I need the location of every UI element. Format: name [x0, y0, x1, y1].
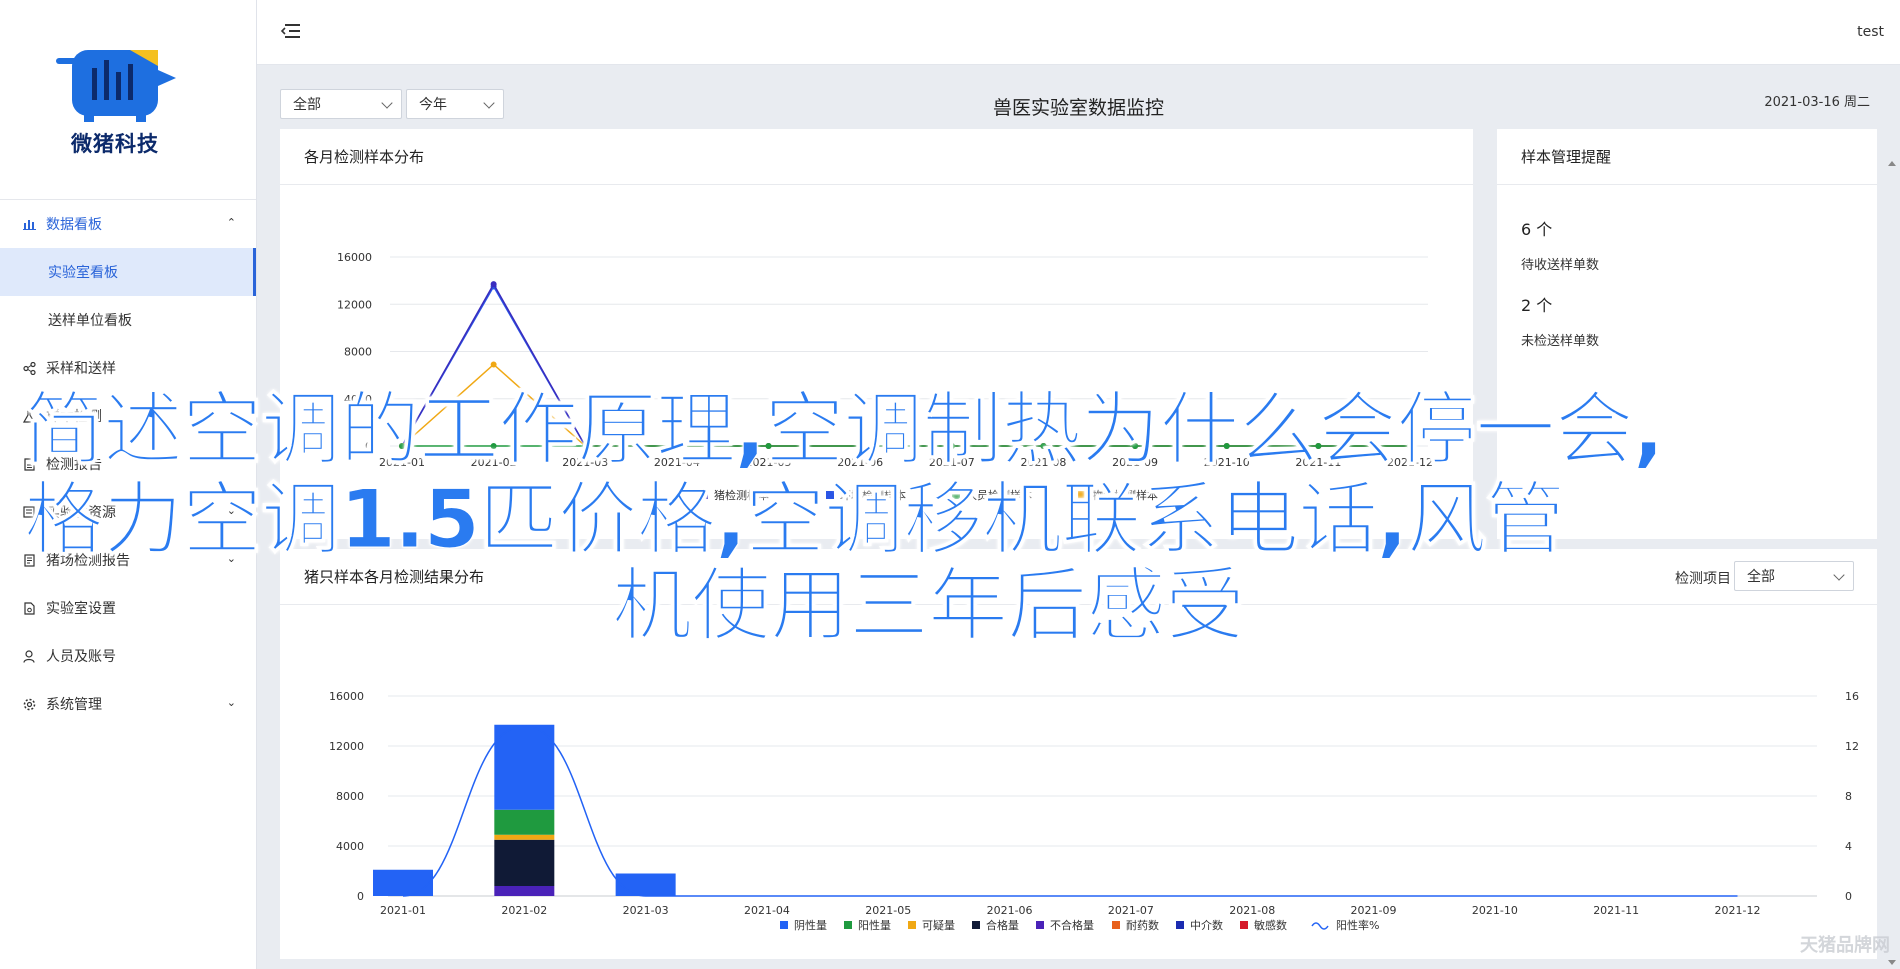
y2-tick-label: 4: [1845, 840, 1852, 853]
chevron-down-icon: ⌄: [226, 696, 236, 709]
legend-swatch: [1240, 921, 1248, 929]
scroll-down-icon[interactable]: [1888, 960, 1896, 965]
y-tick-label: 12000: [337, 298, 372, 311]
y-tick-label: 4000: [336, 840, 364, 853]
bar-segment: [494, 886, 555, 896]
sidebar-item-label: 送样单位看板: [48, 313, 132, 329]
pending-test-count[interactable]: 2 个: [1521, 292, 1552, 316]
period-select[interactable]: 今年: [406, 89, 504, 119]
x-tick-label: 2021-12: [1715, 904, 1761, 917]
brand-name: 微猪科技: [71, 132, 159, 156]
x-tick-label: 2021-08: [1229, 904, 1275, 917]
card-title: 各月检测样本分布: [280, 129, 1473, 185]
brand-logo-area: 微猪科技: [0, 0, 256, 200]
sidebar-item-label: 实验室看板: [48, 265, 118, 281]
pig-logo-icon: [56, 50, 176, 122]
bar-segment: [494, 839, 555, 886]
scope-select[interactable]: 全部: [280, 89, 402, 119]
overlay-headline-line3: 机使用三年后感受: [612, 559, 1246, 653]
pending-test-label: 未检送样单数: [1521, 334, 1600, 349]
x-tick-label: 2021-04: [744, 904, 790, 917]
page-date: 2021-03-16 周二: [1764, 95, 1870, 110]
bar-chart-icon: [22, 217, 36, 231]
x-tick-label: 2021-06: [987, 904, 1033, 917]
y2-tick-label: 16: [1845, 690, 1859, 703]
sidebar-item-data-board[interactable]: 数据看板 ⌃: [0, 200, 256, 248]
pig-results-chart: 0 4000 8000 12000 16000 0 4 8 12 16 2021-01 2021-02…: [329, 690, 1859, 932]
pending-receive-label: 待收送样单数: [1521, 258, 1600, 273]
gear-icon: [22, 697, 36, 711]
legend-line-swatch: [1311, 922, 1329, 930]
scroll-up-icon[interactable]: [1888, 161, 1896, 166]
sidebar-item-lab-board[interactable]: 实验室看板: [0, 248, 256, 296]
legend-label: 阳性量: [858, 918, 891, 932]
legend-label: 敏感数: [1254, 918, 1287, 932]
x-tick-label: 2021-11: [1593, 904, 1639, 917]
legend-label: 可疑量: [922, 919, 955, 932]
sidebar-item-sender-board[interactable]: 送样单位看板: [0, 296, 256, 344]
y-tick-label: 16000: [337, 251, 372, 264]
x-tick-label: 2021-02: [501, 904, 547, 917]
legend-label: 中介数: [1190, 919, 1223, 932]
bar-segment: [494, 834, 555, 840]
user-menu[interactable]: test: [1857, 24, 1884, 40]
sidebar-item-lab-settings[interactable]: 实验室设置: [0, 584, 256, 632]
y-tick-label: 12000: [329, 740, 364, 753]
y-tick-label: 16000: [329, 690, 364, 703]
legend-swatch: [908, 921, 916, 929]
rate-line: [402, 725, 1738, 897]
y-tick-label: 8000: [336, 790, 364, 803]
y2-tick-label: 12: [1845, 740, 1859, 753]
scope-select-value: 全部: [293, 97, 321, 113]
sidebar-item-personnel[interactable]: 人员及账号: [0, 632, 256, 680]
legend-swatch: [780, 921, 788, 929]
sidebar-item-label: 系统管理: [46, 697, 102, 713]
legend-label: 合格量: [986, 918, 1019, 932]
y2-tick-label: 0: [1845, 890, 1852, 903]
chevron-down-icon: [381, 97, 393, 109]
data-point: [490, 281, 497, 288]
sidebar-item-label: 人员及账号: [46, 649, 116, 665]
bar-segment: [373, 869, 433, 896]
chevron-down-icon: [483, 97, 495, 109]
legend-swatch: [1112, 921, 1120, 929]
x-tick-label: 2021-01: [380, 904, 426, 917]
pending-receive-count[interactable]: 6 个: [1521, 216, 1552, 240]
watermark-logo: 天猪品牌网: [1800, 935, 1890, 956]
y2-tick-label: 8: [1845, 790, 1852, 803]
legend-label: 阳性率%: [1336, 918, 1379, 932]
sidebar-item-label: 实验室设置: [46, 601, 116, 617]
legend-swatch: [1176, 921, 1184, 929]
user-icon: [22, 649, 36, 663]
card-title: 样本管理提醒: [1497, 129, 1877, 185]
y-tick-label: 0: [357, 890, 364, 903]
x-tick-label: 2021-07: [1108, 904, 1154, 917]
top-bar: test: [257, 0, 1900, 65]
y-tick-label: 8000: [344, 346, 372, 359]
legend-swatch: [972, 921, 980, 929]
bar-segment: [615, 873, 676, 896]
sidebar-item-label: 数据看板: [46, 217, 102, 233]
legend-label: 耐药数: [1126, 919, 1159, 932]
legend-label: 不合格量: [1050, 918, 1094, 932]
x-tick-label: 2021-09: [1351, 904, 1397, 917]
bar-segment: [494, 809, 555, 835]
bar-segment: [494, 724, 555, 810]
period-select-value: 今年: [419, 97, 447, 113]
legend-swatch: [844, 921, 852, 929]
x-tick-label: 2021-10: [1472, 904, 1518, 917]
chevron-up-icon: ⌃: [226, 216, 236, 229]
x-tick-label: 2021-05: [865, 904, 911, 917]
legend-swatch: [1036, 921, 1044, 929]
legend-label: 阴性量: [794, 918, 827, 932]
settings-doc-icon: [22, 601, 36, 615]
sidebar-item-system[interactable]: 系统管理 ⌄: [0, 680, 256, 728]
x-tick-label: 2021-03: [623, 904, 669, 917]
menu-collapse-icon[interactable]: [280, 22, 302, 40]
